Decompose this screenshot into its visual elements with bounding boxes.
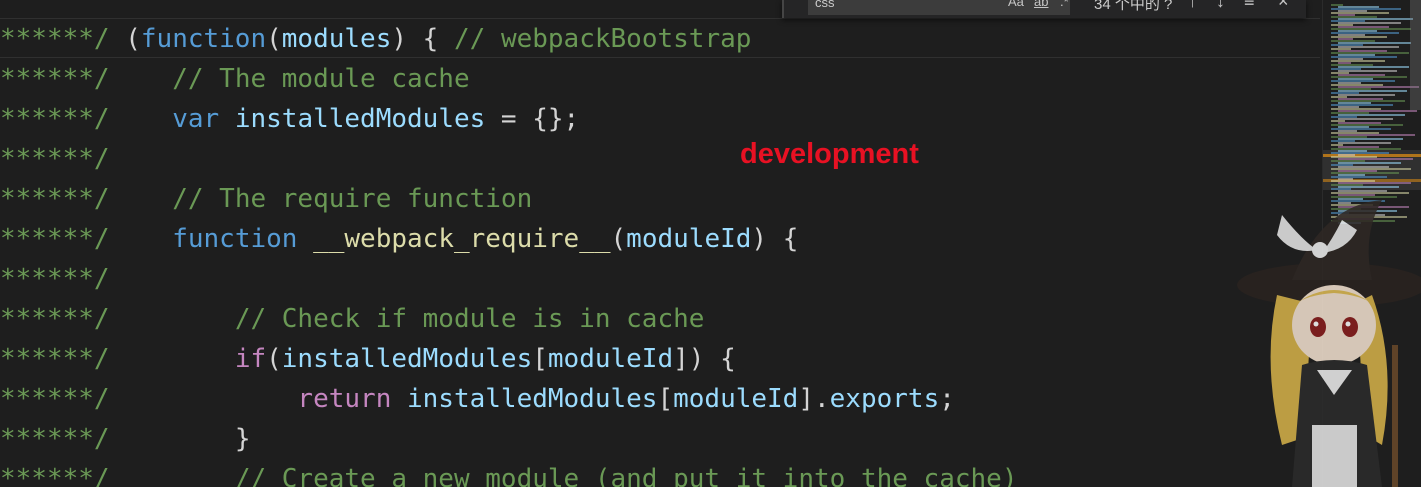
code-token: installedModules [234,104,486,134]
code-token: installedModules [281,344,533,374]
code-token: ******/ [0,224,126,254]
code-token: installedModules [407,384,658,414]
arrow-down-icon[interactable]: ↓ [1216,0,1225,12]
code-token: ******/ [0,424,126,454]
code-token: var [172,104,220,134]
code-token: function [140,24,267,54]
code-token: return [297,384,392,414]
code-line[interactable]: ******/ // Create a new module (and put … [0,459,1017,487]
code-token: ******/ [0,464,126,487]
code-token: // webpackBootstrap [453,24,752,54]
code-line[interactable]: ******/ [0,139,110,179]
close-icon[interactable]: × [1278,0,1289,12]
code-token: [ [532,344,548,374]
code-token: // The require function [172,184,533,214]
code-line[interactable]: ******/ [0,259,110,299]
annotation-label: development [740,138,919,170]
code-token: ]) { [673,344,736,374]
arrow-up-icon[interactable]: ↑ [1188,0,1197,12]
code-line[interactable]: ******/ // Check if module is in cache [0,299,704,339]
code-line[interactable]: ******/ return installedModules[moduleId… [0,379,955,419]
minimap[interactable] [1322,0,1421,487]
code-token: ******/ [0,104,126,134]
code-token: ( [125,24,141,54]
code-token: modules [281,24,392,54]
code-token: [ [657,384,674,414]
match-case-toggle[interactable]: Aa [1008,0,1024,9]
code-token: ) { [391,24,454,54]
code-token: ******/ [0,384,126,414]
code-token: moduleId [626,224,752,254]
code-line[interactable]: ******/ var installedModules = {}; [0,99,579,139]
code-token: // Check if module is in cache [234,304,705,334]
code-token: exports [829,384,940,414]
code-token: = {}; [485,104,580,134]
code-token: if [234,344,267,374]
code-token: ******/ [0,304,126,334]
code-token: ******/ [0,344,126,374]
code-token: ( [266,24,282,54]
code-token: ; [939,384,955,414]
code-token: ******/ [0,184,126,214]
code-token: } [234,424,251,454]
find-widget: css Aa ab .* 34 个中的 ? ↑ ↓ ≡ × [782,0,1306,18]
code-token: moduleId [673,384,799,414]
whole-word-toggle[interactable]: ab [1034,0,1048,9]
code-token: ******/ [0,144,110,174]
code-token: function [172,224,298,254]
code-token: moduleId [547,344,674,374]
code-line[interactable]: ******/ } [0,419,250,459]
code-line[interactable]: ******/ // The require function [0,179,532,219]
code-token: ( [266,344,282,374]
code-line[interactable]: ******/ if(installedModules[moduleId]) { [0,339,736,379]
minimap-line [1338,118,1393,120]
find-input[interactable]: css [808,0,1070,15]
code-token: ( [610,224,627,254]
minimap-line [1338,222,1361,224]
code-token: // The module cache [172,64,470,94]
code-editor[interactable]: ******/ (function(modules) { // webpackB… [0,0,1320,487]
code-line[interactable]: ******/ function __webpack_require__(mod… [0,219,798,259]
find-in-selection-icon[interactable]: ≡ [1244,0,1255,12]
code-token: ******/ [0,64,126,94]
code-token: ) { [751,224,799,254]
code-line[interactable]: ******/ // The module cache [0,59,470,99]
find-result-count: 34 个中的 ? [1094,0,1173,13]
code-token: ******/ [0,24,126,54]
regex-toggle[interactable]: .* [1060,0,1069,9]
code-token: ]. [798,384,830,414]
code-line[interactable]: ******/ (function(modules) { // webpackB… [0,19,751,59]
code-token: // Create a new module (and put it into … [234,464,1018,487]
code-token: __webpack_require__ [313,224,611,254]
code-token: ******/ [0,264,110,294]
vertical-scrollbar-thumb[interactable] [1410,0,1421,110]
minimap-line [1338,142,1391,144]
